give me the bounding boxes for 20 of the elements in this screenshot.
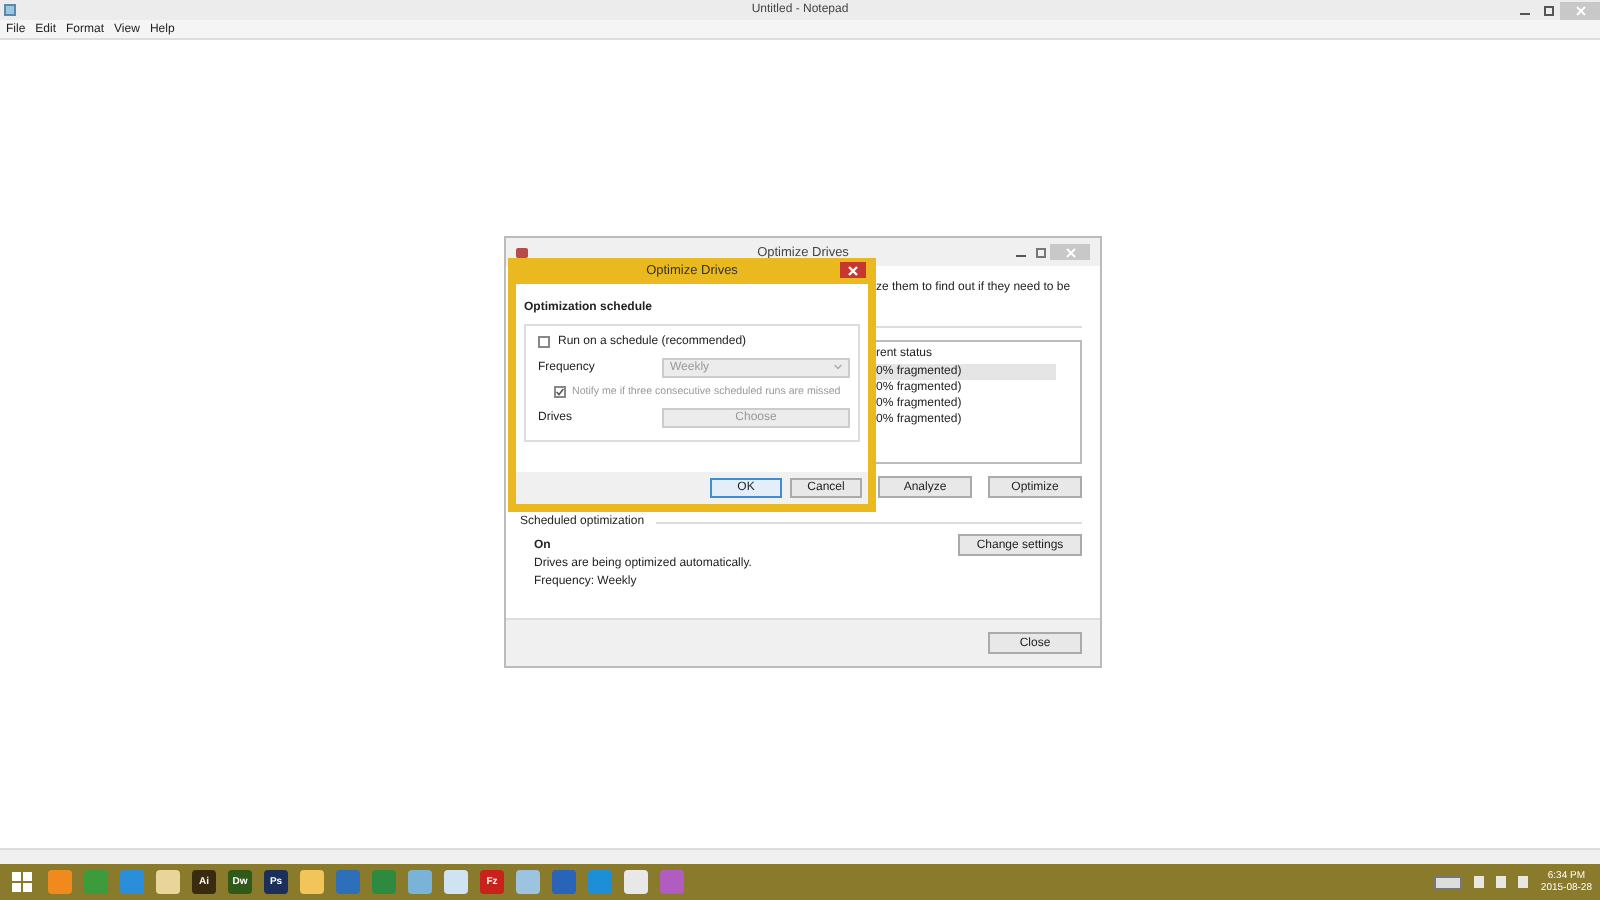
app-icon[interactable] (444, 870, 468, 894)
close-icon[interactable] (840, 262, 866, 278)
app-icon[interactable] (516, 870, 540, 894)
app-icon[interactable] (372, 870, 396, 894)
app-icon[interactable] (336, 870, 360, 894)
app-icon[interactable] (300, 870, 324, 894)
app-icon[interactable] (660, 870, 684, 894)
maximize-icon[interactable] (1030, 244, 1050, 260)
app-icon[interactable] (552, 870, 576, 894)
app-icon[interactable] (84, 870, 108, 894)
app-icon[interactable] (156, 870, 180, 894)
app-icon[interactable] (624, 870, 648, 894)
horizontal-scrollbar[interactable] (0, 848, 1600, 864)
app-icon[interactable] (588, 870, 612, 894)
app-icon[interactable] (48, 870, 72, 894)
caret-icon (834, 364, 842, 370)
app-icon[interactable] (120, 870, 144, 894)
windows-logo-icon[interactable] (8, 868, 36, 896)
keyboard-icon[interactable] (1434, 875, 1463, 889)
app-icon[interactable] (408, 870, 432, 894)
